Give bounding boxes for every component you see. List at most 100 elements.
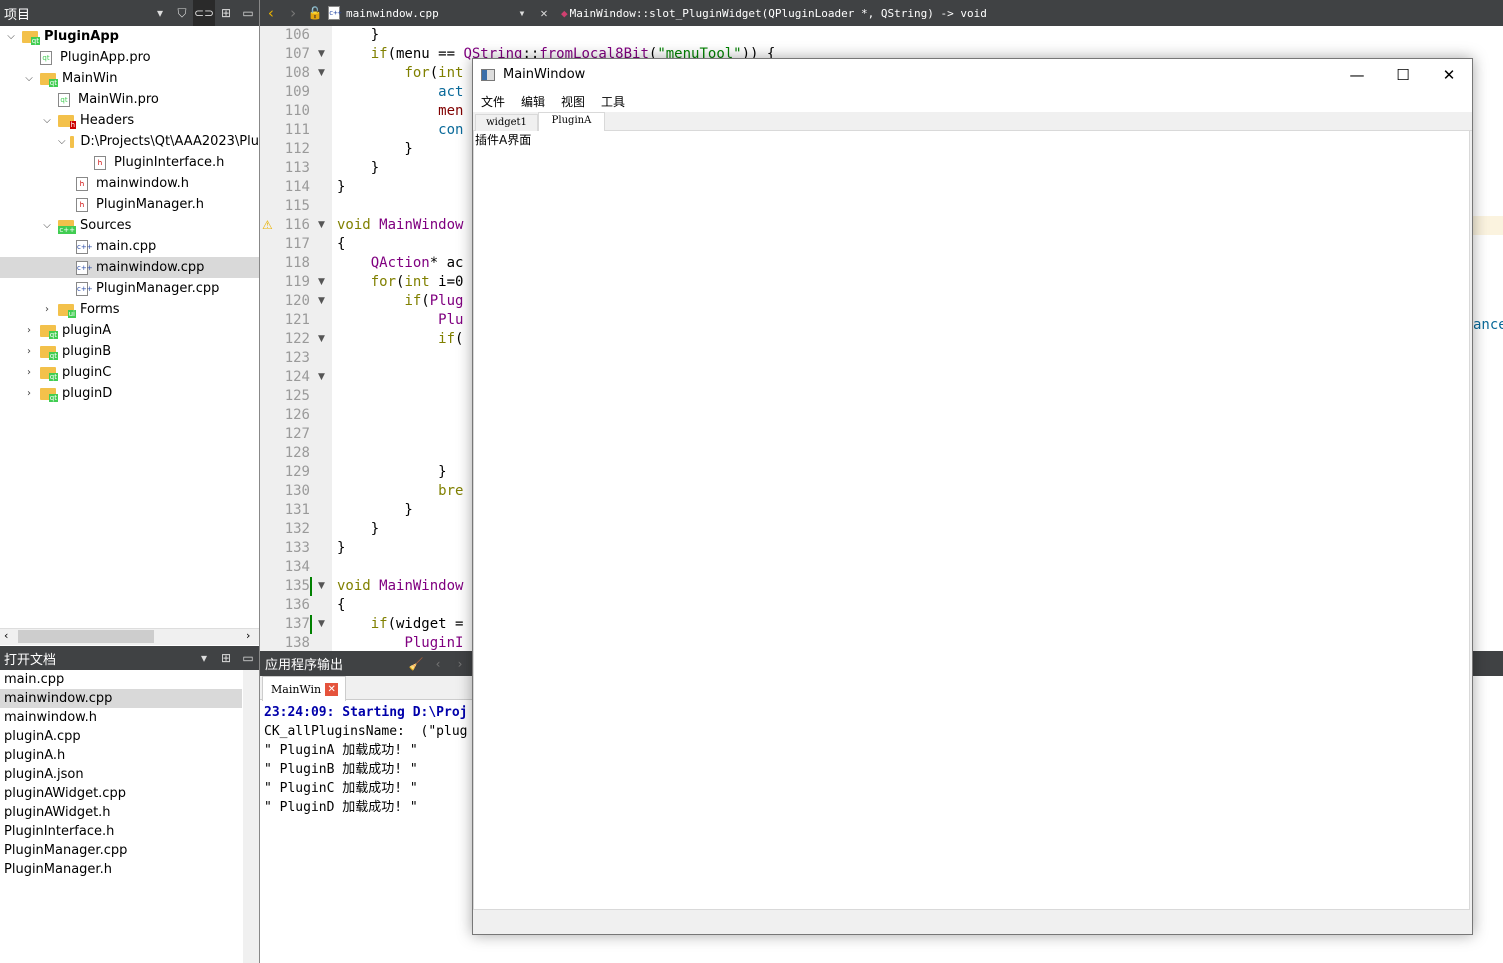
tab-widget1[interactable]: widget1 bbox=[475, 114, 538, 132]
chevron-right-icon[interactable]: › bbox=[22, 346, 36, 357]
chevron-right-icon[interactable]: › bbox=[40, 304, 54, 315]
chevron-down-icon[interactable]: ⌵ bbox=[40, 220, 54, 231]
menu-item[interactable]: 编辑 bbox=[521, 93, 545, 110]
close-button[interactable]: ✕ bbox=[1426, 59, 1472, 90]
menu-item[interactable]: 视图 bbox=[561, 93, 585, 110]
current-file-name[interactable]: mainwindow.cpp bbox=[346, 7, 511, 20]
tree-item[interactable]: ⌵ D:\Projects\Qt\AAA2023\Plu bbox=[0, 131, 259, 152]
file-dropdown-icon[interactable]: ▾ bbox=[511, 0, 533, 26]
chevron-down-icon[interactable]: ⌵ bbox=[40, 115, 54, 126]
next-icon[interactable]: › bbox=[449, 651, 471, 677]
close-pane-icon[interactable]: ▭ bbox=[237, 0, 259, 26]
filter-icon[interactable]: ⛉ bbox=[171, 0, 193, 26]
close-tab-icon[interactable]: ✕ bbox=[325, 682, 339, 696]
tree-item[interactable]: › qt pluginC bbox=[0, 362, 259, 383]
view-dropdown-icon[interactable]: ▾ bbox=[149, 0, 171, 26]
code-token: if bbox=[438, 331, 456, 347]
fold-marker-icon[interactable]: ▼ bbox=[318, 292, 325, 311]
code-line: } bbox=[337, 159, 379, 178]
fold-marker-icon[interactable]: ▼ bbox=[318, 615, 325, 634]
forward-icon[interactable]: › bbox=[282, 0, 304, 26]
line-number: 107 bbox=[284, 46, 310, 62]
output-text[interactable]: 23:24:09: Starting D:\Proj CK_allPluginsN… bbox=[264, 704, 472, 818]
tree-item[interactable]: h mainwindow.h bbox=[0, 173, 259, 194]
chevron-right-icon[interactable]: › bbox=[22, 325, 36, 336]
open-doc-item[interactable]: PluginManager.h bbox=[0, 860, 242, 879]
tree-item[interactable]: h PluginManager.h bbox=[0, 194, 259, 215]
open-doc-item[interactable]: pluginAWidget.h bbox=[0, 803, 242, 822]
function-icon: ◆ bbox=[561, 6, 568, 20]
tab-plugina[interactable]: PluginA bbox=[538, 112, 605, 132]
open-doc-item[interactable]: mainwindow.h bbox=[0, 708, 242, 727]
open-doc-item[interactable]: mainwindow.cpp bbox=[0, 689, 242, 708]
fold-marker-icon[interactable]: ▼ bbox=[318, 273, 325, 292]
split-icon[interactable]: ⊞ bbox=[215, 645, 237, 671]
menu-item[interactable]: 文件 bbox=[481, 93, 505, 110]
back-icon[interactable]: ‹ bbox=[260, 0, 282, 26]
prev-icon[interactable]: ‹ bbox=[427, 651, 449, 677]
open-doc-item[interactable]: PluginManager.cpp bbox=[0, 841, 242, 860]
tree-item[interactable]: c++ mainwindow.cpp bbox=[0, 257, 259, 278]
tree-item[interactable]: ⌵ qt PluginApp bbox=[0, 26, 259, 47]
menu-item[interactable]: 工具 bbox=[601, 93, 625, 110]
open-doc-item[interactable]: pluginAWidget.cpp bbox=[0, 784, 242, 803]
tree-item[interactable]: ⌵ h Headers bbox=[0, 110, 259, 131]
tree-item[interactable]: ⌵ c++ Sources bbox=[0, 215, 259, 236]
output-line: 23:24:09: Starting D:\Proj bbox=[264, 705, 468, 720]
tree-item[interactable]: c++ PluginManager.cpp bbox=[0, 278, 259, 299]
code-token: } bbox=[337, 464, 447, 480]
split-icon[interactable]: ⊞ bbox=[215, 0, 237, 26]
scrollbar-thumb[interactable] bbox=[18, 630, 154, 643]
link-icon[interactable]: ⊂⊃ bbox=[193, 0, 215, 26]
open-doc-item[interactable]: pluginA.cpp bbox=[0, 727, 242, 746]
tree-item[interactable]: qt MainWin.pro bbox=[0, 89, 259, 110]
code-token: if bbox=[404, 293, 422, 309]
chevron-right-icon[interactable]: › bbox=[22, 388, 36, 399]
tree-item[interactable]: ⌵ qt MainWin bbox=[0, 68, 259, 89]
fold-marker-icon[interactable]: ▼ bbox=[318, 368, 325, 387]
tree-item[interactable]: h PluginInterface.h bbox=[0, 152, 259, 173]
clear-output-icon[interactable]: 🧹 bbox=[405, 651, 427, 677]
warning-icon[interactable]: ⚠ bbox=[262, 216, 273, 235]
scroll-left-icon[interactable]: ‹ bbox=[4, 629, 8, 642]
close-file-icon[interactable]: ✕ bbox=[533, 0, 555, 26]
minimize-button[interactable]: — bbox=[1334, 59, 1380, 90]
line-number: 118 bbox=[284, 255, 310, 271]
code-line: con bbox=[337, 121, 463, 140]
tree-item[interactable]: › qt pluginD bbox=[0, 383, 259, 404]
chevron-down-icon[interactable]: ⌵ bbox=[58, 136, 66, 147]
close-pane-icon[interactable]: ▭ bbox=[237, 645, 259, 671]
current-function[interactable]: MainWindow::slot_PluginWidget(QPluginLoa… bbox=[570, 7, 987, 20]
chevron-down-icon[interactable]: ⌵ bbox=[22, 73, 36, 84]
chevron-down-icon[interactable]: ⌵ bbox=[4, 31, 18, 42]
open-doc-item[interactable]: main.cpp bbox=[0, 670, 242, 689]
maximize-button[interactable]: ☐ bbox=[1380, 59, 1426, 90]
tree-item-label: Sources bbox=[80, 218, 132, 233]
tree-item-label: MainWin bbox=[62, 71, 118, 86]
chevron-right-icon[interactable]: › bbox=[22, 367, 36, 378]
fold-marker-icon[interactable]: ▼ bbox=[318, 577, 325, 596]
code-token: if bbox=[370, 46, 388, 62]
open-doc-item[interactable]: PluginInterface.h bbox=[0, 822, 242, 841]
fold-marker-icon[interactable]: ▼ bbox=[318, 45, 325, 64]
window-titlebar[interactable]: MainWindow — ☐ ✕ bbox=[473, 59, 1472, 90]
open-doc-item[interactable]: pluginA.json bbox=[0, 765, 242, 784]
output-tab-mainwin[interactable]: MainWin ✕ bbox=[262, 676, 346, 701]
tree-item[interactable]: › ui Forms bbox=[0, 299, 259, 320]
fold-marker-icon[interactable]: ▼ bbox=[318, 64, 325, 83]
tree-item[interactable]: qt PluginApp.pro bbox=[0, 47, 259, 68]
open-docs-scrollbar[interactable] bbox=[243, 670, 259, 963]
scroll-right-icon[interactable]: › bbox=[246, 629, 250, 642]
tab-content: 插件A界面 bbox=[473, 131, 1470, 910]
tree-item[interactable]: › qt pluginB bbox=[0, 341, 259, 362]
tree-item-label: pluginA bbox=[62, 323, 112, 338]
tree-item[interactable]: › qt pluginA bbox=[0, 320, 259, 341]
code-token: } bbox=[337, 141, 413, 157]
fold-marker-icon[interactable]: ▼ bbox=[318, 330, 325, 349]
open-doc-item[interactable]: pluginA.h bbox=[0, 746, 242, 765]
fold-marker-icon[interactable]: ▼ bbox=[318, 216, 325, 235]
tree-item[interactable]: c++ main.cpp bbox=[0, 236, 259, 257]
view-dropdown-icon[interactable]: ▾ bbox=[193, 645, 215, 671]
